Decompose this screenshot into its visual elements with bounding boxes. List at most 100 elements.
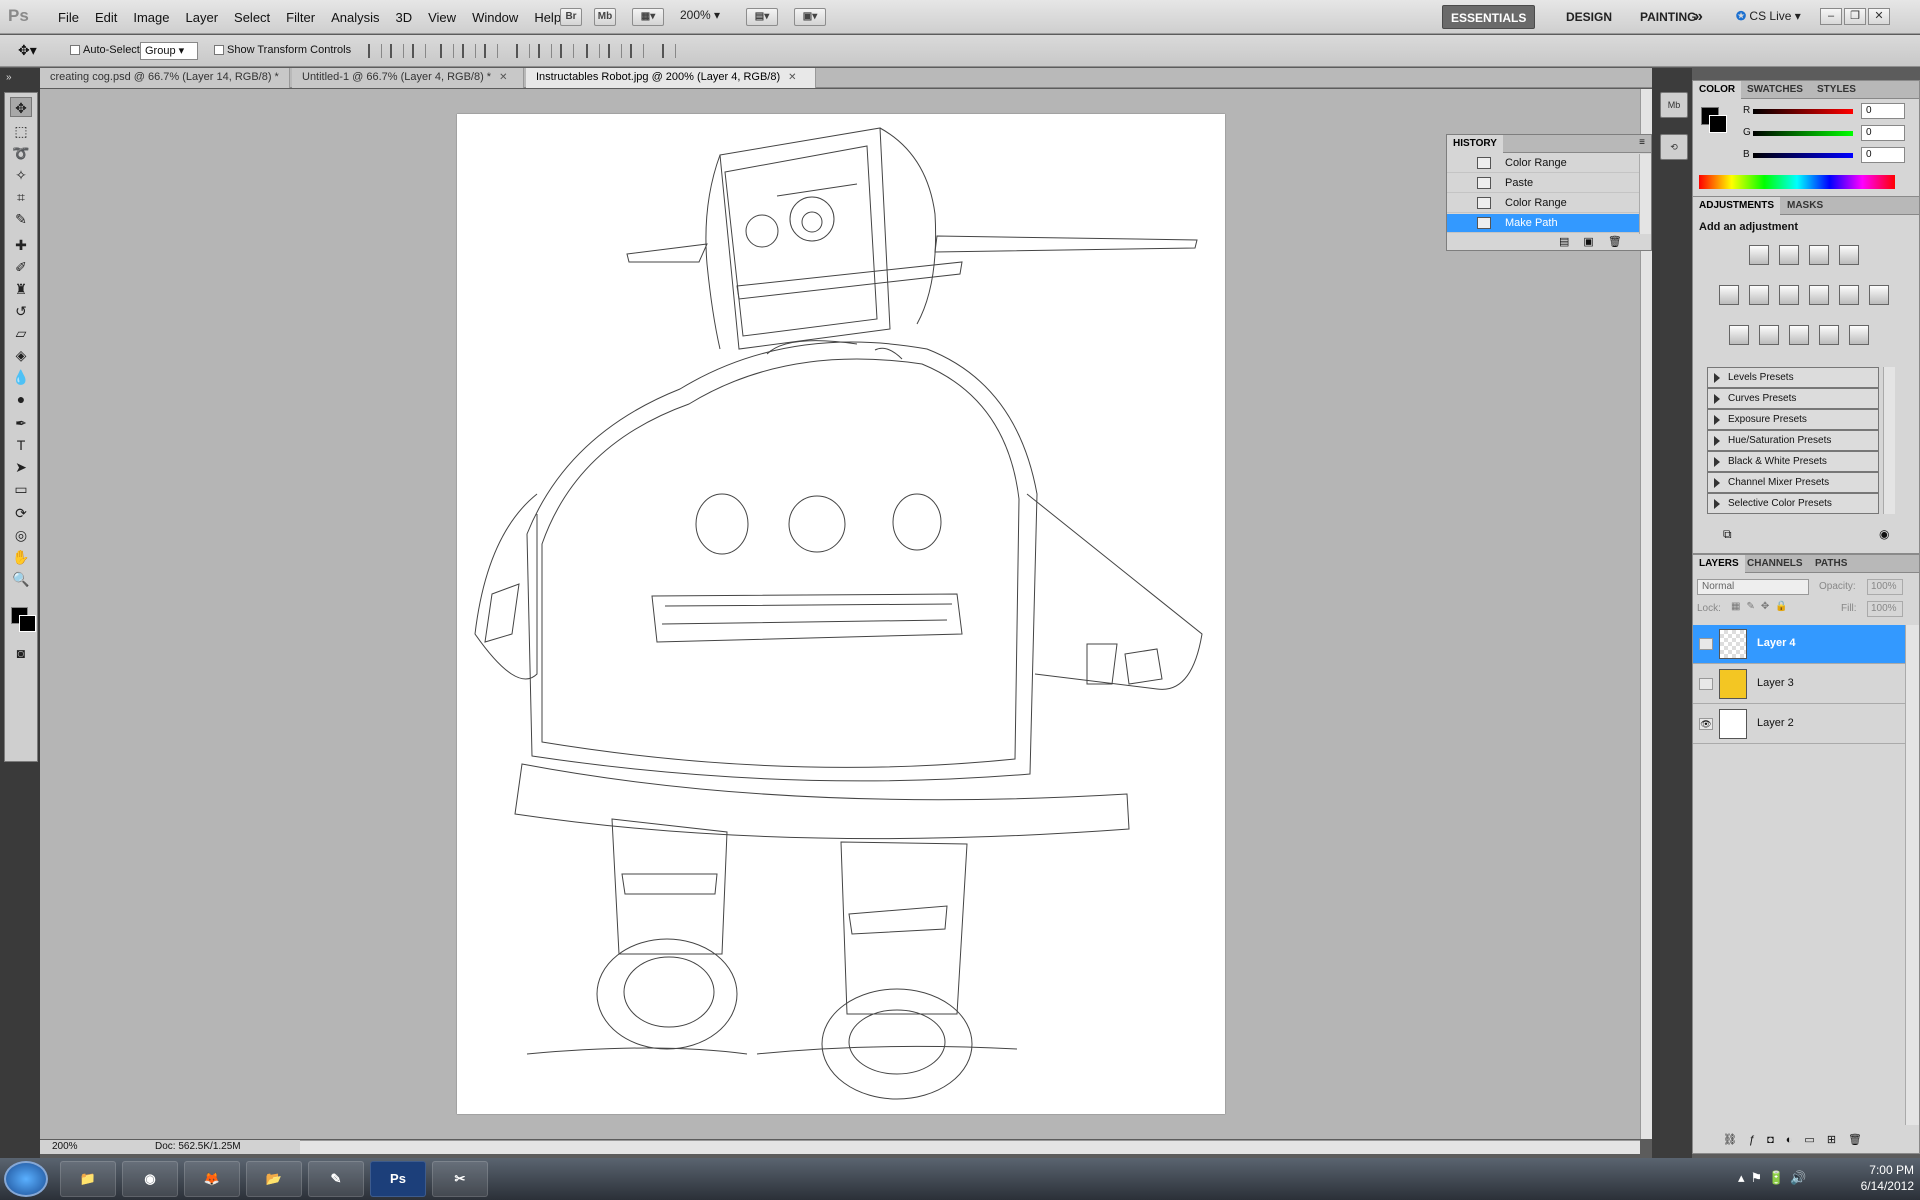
quick-mask-icon[interactable]: ◙ [10, 643, 32, 663]
workspace-essentials[interactable]: ESSENTIALS [1442, 5, 1536, 29]
posterize-icon[interactable] [1759, 325, 1779, 345]
mini-bridge-panel-icon[interactable]: Mb [1660, 92, 1688, 118]
show-transform-checkbox[interactable] [214, 45, 224, 55]
view-extras-icon[interactable]: ▦▾ [632, 8, 664, 26]
menu-layer[interactable]: Layer [178, 10, 227, 25]
new-layer-icon[interactable]: ⊞ [1827, 1134, 1848, 1146]
new-document-icon[interactable]: ▤ [1559, 236, 1583, 248]
paint-bucket-tool-icon[interactable]: ◈ [10, 345, 32, 365]
history-item[interactable]: Color Range [1447, 154, 1639, 173]
path-selection-tool-icon[interactable]: ➤ [10, 457, 32, 477]
preset-selective-color[interactable]: Selective Color Presets [1707, 493, 1879, 514]
menu-3d[interactable]: 3D [387, 10, 420, 25]
explorer-taskbar-icon[interactable]: 📁 [60, 1161, 116, 1197]
gradient-map-icon[interactable] [1819, 325, 1839, 345]
tab-layers[interactable]: LAYERS [1693, 555, 1745, 573]
tab-channels[interactable]: CHANNELS [1741, 555, 1809, 573]
3d-rotate-tool-icon[interactable]: ⟳ [10, 503, 32, 523]
threshold-icon[interactable] [1789, 325, 1809, 345]
blend-mode-select[interactable]: Normal [1697, 579, 1809, 595]
collapse-toolbox-icon[interactable]: » [6, 72, 12, 83]
healing-brush-tool-icon[interactable]: ✚ [10, 235, 32, 255]
delete-state-icon[interactable]: 🗑 [1608, 236, 1636, 248]
layer-row[interactable]: Layer 3 [1693, 665, 1905, 704]
close-tab-icon[interactable]: ✕ [499, 68, 507, 87]
system-tray[interactable]: ▴⚑🔋🔊 [1738, 1170, 1813, 1186]
zoom-tool-icon[interactable]: 🔍 [10, 569, 32, 589]
layer-visibility-toggle[interactable] [1699, 638, 1713, 650]
channel-mixer-icon[interactable] [1869, 285, 1889, 305]
quick-selection-tool-icon[interactable]: ✧ [10, 165, 32, 185]
photoshop-taskbar-icon[interactable]: Ps [370, 1161, 426, 1197]
menu-window[interactable]: Window [464, 10, 526, 25]
color-bg-swatch[interactable] [1709, 115, 1727, 133]
hand-tool-icon[interactable]: ✋ [10, 547, 32, 567]
document-canvas[interactable] [457, 114, 1225, 1114]
color-balance-icon[interactable] [1779, 285, 1799, 305]
align-top-icon[interactable] [368, 44, 382, 58]
menu-file[interactable]: File [50, 10, 87, 25]
rectangle-tool-icon[interactable]: ▭ [10, 479, 32, 499]
tab-swatches[interactable]: SWATCHES [1741, 81, 1809, 99]
workspace-design[interactable]: DESIGN [1558, 5, 1620, 29]
tab-creating-cog[interactable]: creating cog.psd @ 66.7% (Layer 14, RGB/… [40, 68, 290, 102]
history-scrollbar[interactable] [1639, 154, 1651, 234]
move-tool-icon[interactable]: ✥ [10, 97, 32, 117]
blue-value[interactable]: 0 [1861, 147, 1905, 163]
history-brush-tool-icon[interactable]: ↺ [10, 301, 32, 321]
3d-orbit-tool-icon[interactable]: ◎ [10, 525, 32, 545]
close-tab-icon[interactable]: ✕ [788, 68, 796, 87]
dodge-tool-icon[interactable]: ● [10, 389, 32, 409]
marquee-tool-icon[interactable]: ⬚ [10, 121, 32, 141]
tab-untitled-1[interactable]: Untitled-1 @ 66.7% (Layer 4, RGB/8) * ✕ [292, 68, 524, 88]
distribute-hcenter-icon[interactable] [608, 44, 622, 58]
zoom-level-select[interactable]: 200% ▾ [680, 8, 720, 22]
history-item-selected[interactable]: Make Path [1447, 214, 1639, 233]
vibrance-icon[interactable] [1719, 285, 1739, 305]
tab-instructables-robot[interactable]: Instructables Robot.jpg @ 200% (Layer 4,… [526, 68, 816, 88]
status-zoom[interactable]: 200% [52, 1141, 78, 1152]
add-mask-icon[interactable]: ◘ [1767, 1134, 1786, 1146]
hue-saturation-icon[interactable] [1749, 285, 1769, 305]
lasso-tool-icon[interactable]: ➰ [10, 143, 32, 163]
distribute-bottom-icon[interactable] [560, 44, 574, 58]
levels-icon[interactable] [1779, 245, 1799, 265]
move-tool-preset-icon[interactable]: ✥▾ [18, 42, 37, 59]
distribute-top-icon[interactable] [516, 44, 530, 58]
distribute-right-icon[interactable] [630, 44, 644, 58]
new-snapshot-icon[interactable]: ▣ [1583, 236, 1607, 248]
preset-levels[interactable]: Levels Presets [1707, 367, 1879, 388]
close-button[interactable]: ✕ [1868, 8, 1890, 25]
restore-button[interactable]: ❐ [1844, 8, 1866, 25]
panel-menu-icon[interactable]: ≡ [1639, 137, 1645, 148]
align-right-icon[interactable] [484, 44, 498, 58]
mini-bridge-button[interactable]: Mb [594, 8, 616, 26]
auto-select-target-select[interactable]: Group ▾ [140, 42, 198, 60]
distribute-left-icon[interactable] [586, 44, 600, 58]
clone-stamp-tool-icon[interactable]: ♜ [10, 279, 32, 299]
exposure-icon[interactable] [1839, 245, 1859, 265]
eye-icon[interactable]: 👁 [1699, 718, 1713, 730]
menu-select[interactable]: Select [226, 10, 278, 25]
invert-icon[interactable] [1729, 325, 1749, 345]
selective-color-icon[interactable] [1849, 325, 1869, 345]
eraser-tool-icon[interactable]: ▱ [10, 323, 32, 343]
link-layers-icon[interactable]: ⛓ [1723, 1134, 1749, 1146]
tab-adjustments[interactable]: ADJUSTMENTS [1693, 197, 1781, 215]
preset-hue-saturation[interactable]: Hue/Saturation Presets [1707, 430, 1879, 451]
bridge-button[interactable]: Br [560, 8, 582, 26]
status-doc-size[interactable]: Doc: 562.5K/1.25M [155, 1141, 241, 1152]
folder-taskbar-icon[interactable]: 📂 [246, 1161, 302, 1197]
auto-select-checkbox[interactable] [70, 45, 80, 55]
brightness-contrast-icon[interactable] [1749, 245, 1769, 265]
brush-tool-icon[interactable]: ✐ [10, 257, 32, 277]
curves-icon[interactable] [1809, 245, 1829, 265]
adjustment-visibility-icon[interactable]: ◉ [1879, 527, 1889, 541]
delete-layer-icon[interactable]: 🗑 [1848, 1134, 1874, 1146]
acrobat-taskbar-icon[interactable]: ✎ [308, 1161, 364, 1197]
cs-live-button[interactable]: ✪ CS Live ▾ [1736, 9, 1801, 23]
app-taskbar-icon[interactable]: ✂ [432, 1161, 488, 1197]
distribute-vcenter-icon[interactable] [538, 44, 552, 58]
align-hcenter-icon[interactable] [462, 44, 476, 58]
history-item[interactable]: Paste [1447, 174, 1639, 193]
